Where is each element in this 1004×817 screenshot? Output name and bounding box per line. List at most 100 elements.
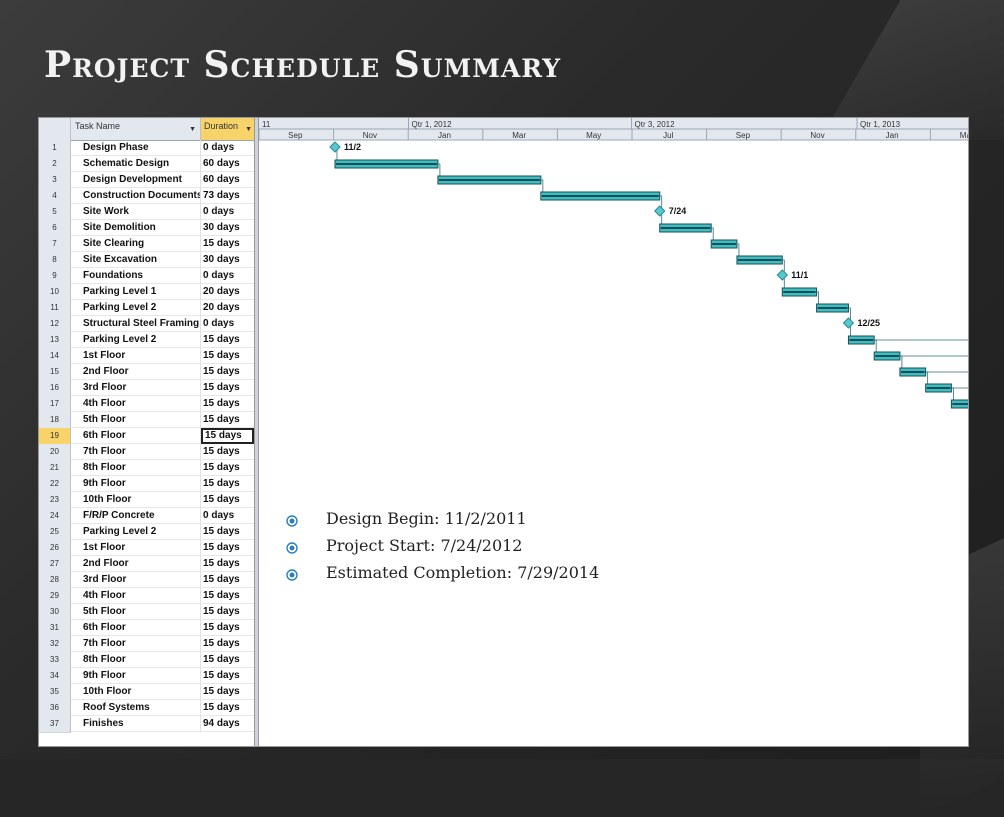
duration-cell[interactable]: 15 days <box>201 668 254 684</box>
task-name-cell[interactable]: 2nd Floor <box>71 556 201 572</box>
column-header-duration[interactable]: Duration ▼ <box>201 118 254 140</box>
row-id-cell[interactable]: 1 <box>39 140 71 157</box>
duration-cell[interactable]: 15 days <box>201 396 254 412</box>
table-row[interactable]: 3 Design Development 60 days <box>39 172 254 189</box>
duration-cell[interactable]: 15 days <box>201 540 254 556</box>
task-name-cell[interactable]: 4th Floor <box>71 588 201 604</box>
task-name-cell[interactable]: 9th Floor <box>71 476 201 492</box>
table-row[interactable]: 31 6th Floor 15 days <box>39 620 254 637</box>
table-row[interactable]: 18 5th Floor 15 days <box>39 412 254 429</box>
duration-cell[interactable]: 15 days <box>201 636 254 652</box>
task-name-cell[interactable]: Parking Level 2 <box>71 524 201 540</box>
duration-cell[interactable]: 15 days <box>201 572 254 588</box>
row-id-cell[interactable]: 24 <box>39 508 71 525</box>
row-id-cell[interactable]: 19 <box>39 428 71 445</box>
table-row[interactable]: 9 Foundations 0 days <box>39 268 254 285</box>
row-id-cell[interactable]: 5 <box>39 204 71 221</box>
table-row[interactable]: 7 Site Clearing 15 days <box>39 236 254 253</box>
row-id-cell[interactable]: 33 <box>39 652 71 669</box>
table-row[interactable]: 26 1st Floor 15 days <box>39 540 254 557</box>
row-id-cell[interactable]: 20 <box>39 444 71 461</box>
duration-cell[interactable]: 30 days <box>201 220 254 236</box>
task-name-cell[interactable]: Site Clearing <box>71 236 201 252</box>
task-name-cell[interactable]: Construction Documents <box>71 188 201 204</box>
select-all-cell[interactable] <box>39 118 71 140</box>
duration-cell[interactable]: 20 days <box>201 300 254 316</box>
task-name-cell[interactable]: 6th Floor <box>71 428 201 444</box>
task-name-cell[interactable]: 7th Floor <box>71 444 201 460</box>
duration-cell[interactable]: 15 days <box>201 700 254 716</box>
row-id-cell[interactable]: 36 <box>39 700 71 717</box>
row-id-cell[interactable]: 2 <box>39 156 71 173</box>
duration-cell[interactable]: 15 days <box>201 348 254 364</box>
duration-cell[interactable]: 0 days <box>201 316 254 332</box>
table-row[interactable]: 32 7th Floor 15 days <box>39 636 254 653</box>
task-name-cell[interactable]: 2nd Floor <box>71 364 201 380</box>
duration-cell[interactable]: 0 days <box>201 508 254 524</box>
row-id-cell[interactable]: 14 <box>39 348 71 365</box>
row-id-cell[interactable]: 35 <box>39 684 71 701</box>
table-row[interactable]: 10 Parking Level 1 20 days <box>39 284 254 301</box>
duration-cell[interactable]: 15 days <box>201 460 254 476</box>
row-id-cell[interactable]: 22 <box>39 476 71 493</box>
task-name-cell[interactable]: Parking Level 2 <box>71 300 201 316</box>
table-row[interactable]: 5 Site Work 0 days <box>39 204 254 221</box>
row-id-cell[interactable]: 10 <box>39 284 71 301</box>
table-row[interactable]: 37 Finishes 94 days <box>39 716 254 733</box>
duration-cell[interactable]: 15 days <box>201 492 254 508</box>
row-id-cell[interactable]: 17 <box>39 396 71 413</box>
task-name-cell[interactable]: Site Demolition <box>71 220 201 236</box>
duration-cell[interactable]: 15 days <box>201 380 254 396</box>
row-id-cell[interactable]: 27 <box>39 556 71 573</box>
task-name-cell[interactable]: 8th Floor <box>71 652 201 668</box>
duration-cell[interactable]: 15 days <box>201 332 254 348</box>
task-name-cell[interactable]: Roof Systems <box>71 700 201 716</box>
row-id-cell[interactable]: 4 <box>39 188 71 205</box>
table-row[interactable]: 12 Structural Steel Framing 0 days <box>39 316 254 333</box>
table-row[interactable]: 23 10th Floor 15 days <box>39 492 254 509</box>
duration-cell[interactable]: 30 days <box>201 252 254 268</box>
row-id-cell[interactable]: 32 <box>39 636 71 653</box>
table-row[interactable]: 34 9th Floor 15 days <box>39 668 254 685</box>
duration-cell[interactable]: 0 days <box>201 204 254 220</box>
duration-cell[interactable]: 73 days <box>201 188 254 204</box>
duration-cell[interactable]: 15 days <box>201 620 254 636</box>
table-row[interactable]: 19 6th Floor 15 days <box>39 428 254 445</box>
row-id-cell[interactable]: 16 <box>39 380 71 397</box>
row-id-cell[interactable]: 12 <box>39 316 71 333</box>
table-row[interactable]: 17 4th Floor 15 days <box>39 396 254 413</box>
table-row[interactable]: 27 2nd Floor 15 days <box>39 556 254 573</box>
table-row[interactable]: 1 Design Phase 0 days <box>39 140 254 157</box>
task-name-cell[interactable]: 7th Floor <box>71 636 201 652</box>
table-row[interactable]: 6 Site Demolition 30 days <box>39 220 254 237</box>
duration-cell[interactable]: 15 days <box>201 364 254 380</box>
row-id-cell[interactable]: 28 <box>39 572 71 589</box>
table-row[interactable]: 36 Roof Systems 15 days <box>39 700 254 717</box>
table-row[interactable]: 16 3rd Floor 15 days <box>39 380 254 397</box>
row-id-cell[interactable]: 7 <box>39 236 71 253</box>
duration-cell[interactable]: 15 days <box>201 604 254 620</box>
duration-cell[interactable]: 15 days <box>201 652 254 668</box>
row-id-cell[interactable]: 13 <box>39 332 71 349</box>
task-name-cell[interactable]: Site Work <box>71 204 201 220</box>
task-name-cell[interactable]: 5th Floor <box>71 604 201 620</box>
task-name-cell[interactable]: 3rd Floor <box>71 572 201 588</box>
duration-cell[interactable]: 15 days <box>201 444 254 460</box>
row-id-cell[interactable]: 8 <box>39 252 71 269</box>
task-name-cell[interactable]: 10th Floor <box>71 684 201 700</box>
table-row[interactable]: 4 Construction Documents 73 days <box>39 188 254 205</box>
task-name-cell[interactable]: Structural Steel Framing <box>71 316 201 332</box>
table-row[interactable]: 28 3rd Floor 15 days <box>39 572 254 589</box>
row-id-cell[interactable]: 30 <box>39 604 71 621</box>
table-row[interactable]: 8 Site Excavation 30 days <box>39 252 254 269</box>
duration-cell[interactable]: 15 days <box>201 588 254 604</box>
duration-cell[interactable]: 15 days <box>201 684 254 700</box>
duration-cell[interactable]: 0 days <box>201 268 254 284</box>
table-row[interactable]: 21 8th Floor 15 days <box>39 460 254 477</box>
task-name-cell[interactable]: 6th Floor <box>71 620 201 636</box>
filter-dropdown-icon[interactable]: ▼ <box>245 126 252 133</box>
table-row[interactable]: 30 5th Floor 15 days <box>39 604 254 621</box>
duration-cell[interactable]: 15 days <box>201 236 254 252</box>
duration-cell[interactable]: 60 days <box>201 156 254 172</box>
task-name-cell[interactable]: Parking Level 2 <box>71 332 201 348</box>
